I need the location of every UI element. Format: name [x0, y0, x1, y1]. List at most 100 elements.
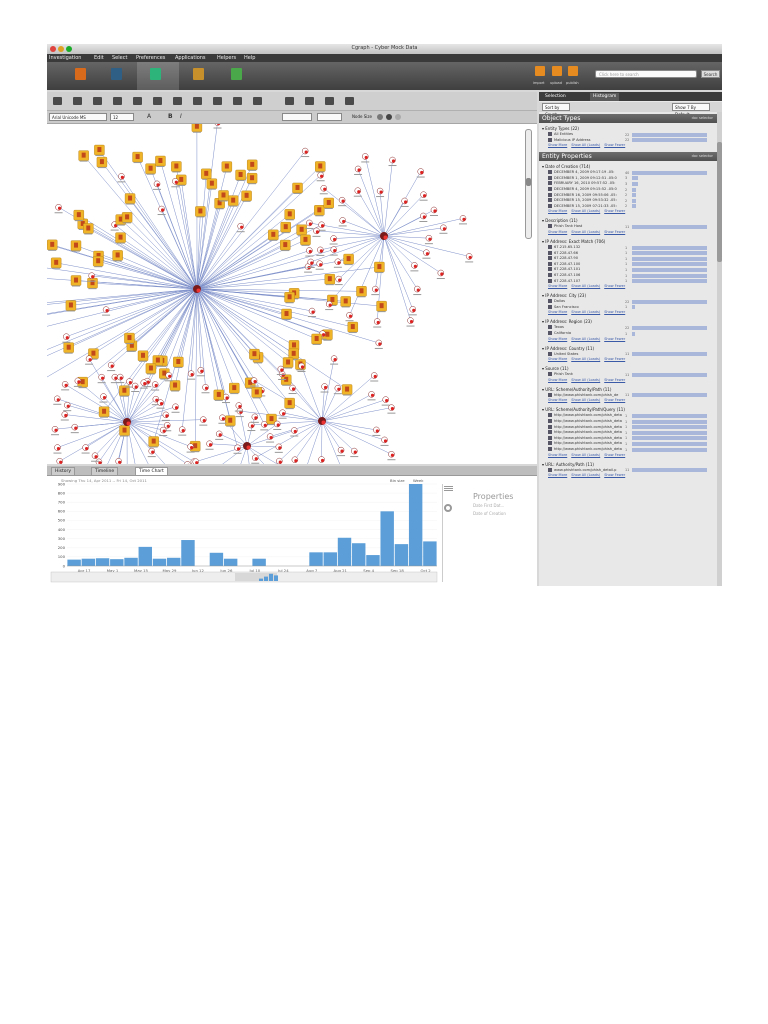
pan-icon[interactable] — [213, 97, 222, 105]
histogram-group-title[interactable]: ▾ IP Address: Exact Match (706) — [542, 239, 605, 244]
link-show-more[interactable]: Show More — [548, 230, 567, 234]
upload-button[interactable] — [552, 66, 562, 76]
histogram-row[interactable]: 67.228.47.101 — [548, 267, 580, 272]
show-count-select[interactable]: Show 7 By Default — [672, 103, 710, 117]
link-show-more[interactable]: Show More — [548, 357, 567, 361]
time-chart-bar[interactable] — [167, 557, 181, 566]
sort-select[interactable]: Sort by Count — [542, 103, 570, 117]
link-show-fewer[interactable]: Show Fewer — [604, 398, 625, 402]
tab-history[interactable]: History — [51, 467, 76, 475]
search-button[interactable]: Search — [701, 70, 720, 78]
time-chart-bar[interactable] — [138, 546, 152, 566]
histogram-row[interactable]: http://www.phishtank.com/phish_deta — [548, 441, 622, 446]
histogram-row[interactable]: http://www.phishtank.com/phish_de — [548, 392, 618, 398]
histogram-row[interactable]: 67.215.65.132 — [548, 245, 580, 250]
histogram-row[interactable]: http://www.phishtank.com/phish_deta — [548, 435, 622, 441]
histogram-row[interactable]: Texas — [548, 325, 564, 330]
person-icon[interactable] — [73, 97, 82, 105]
link-show-all-loads-[interactable]: Show All (Loads) — [571, 453, 600, 457]
link-show-more[interactable]: Show More — [548, 284, 567, 288]
histogram-row[interactable]: 67.228.47.66 — [548, 250, 578, 256]
histogram-group-title[interactable]: ▾ Source (11) — [542, 366, 569, 371]
histogram-row[interactable]: All Entities — [548, 132, 573, 137]
search-input[interactable]: Click here to search — [595, 70, 697, 78]
time-chart-bar[interactable] — [110, 559, 124, 566]
url-node[interactable] — [184, 461, 191, 464]
histogram-row[interactable]: http://www.phishtank.com/phish_deta — [548, 430, 622, 435]
time-chart-bar[interactable] — [380, 511, 394, 566]
lines-icon[interactable] — [253, 97, 262, 105]
histogram-group-title[interactable]: ▾ Date of Creation (714) — [542, 164, 590, 169]
link-show-fewer[interactable]: Show Fewer — [604, 209, 625, 213]
link-show-fewer[interactable]: Show Fewer — [604, 357, 625, 361]
group-icon[interactable] — [193, 97, 202, 105]
histogram-row[interactable]: San Francisco — [548, 304, 579, 310]
tab-histogram[interactable]: Histogram — [590, 93, 620, 101]
link-show-all-loads-[interactable]: Show All (Loads) — [571, 378, 600, 382]
tab-timeline[interactable]: Timeline — [91, 467, 119, 475]
node-size-small-icon[interactable] — [377, 114, 383, 120]
link-show-all-loads-[interactable]: Show All (Loads) — [571, 284, 600, 288]
time-chart-bar[interactable] — [352, 543, 366, 566]
link-show-fewer[interactable]: Show Fewer — [604, 310, 625, 314]
sort-asc-icon[interactable] — [285, 97, 294, 105]
italic-icon[interactable]: I — [180, 113, 182, 120]
right-scrollbar[interactable] — [717, 112, 722, 586]
home-icon[interactable] — [75, 68, 86, 80]
link-icon[interactable] — [233, 97, 242, 105]
node-size-large-icon[interactable] — [386, 114, 392, 120]
link-graph-canvas[interactable] — [47, 124, 537, 464]
time-chart-bar[interactable] — [408, 484, 423, 566]
histogram-row[interactable]: DECEMBER 15, 2009 07:21:33 -05: — [548, 203, 617, 209]
link-show-fewer[interactable]: Show Fewer — [604, 143, 625, 147]
histogram-row[interactable]: United States — [548, 351, 578, 357]
link-show-all-loads-[interactable]: Show All (Loads) — [571, 143, 600, 147]
histogram-row[interactable]: Malicious IP Address — [548, 137, 590, 143]
gear-icon[interactable] — [444, 504, 452, 512]
link-show-all-loads-[interactable]: Show All (Loads) — [571, 473, 600, 477]
histogram-row[interactable]: DECEMBER 15, 2009 09:53:32 -05: — [548, 198, 617, 203]
nodes-icon[interactable] — [113, 97, 122, 105]
histogram-row[interactable]: www.phishtank.com/phish_detail.p — [548, 467, 616, 473]
histogram-row[interactable]: Phish Tank Host — [548, 224, 582, 229]
histogram-row[interactable]: 67.228.47.107 — [548, 278, 580, 284]
histogram-row[interactable]: DECEMBER 1, 2009 09:12:51 -05:0 — [548, 175, 617, 181]
link-show-fewer[interactable]: Show Fewer — [604, 230, 625, 234]
histogram-row[interactable]: http://www.phishtank.com/phish_deta — [548, 419, 622, 424]
histogram-row[interactable]: Dallas — [548, 299, 565, 304]
histogram-row[interactable]: 67.228.47.106 — [548, 273, 580, 278]
doc-selector-link[interactable]: doc selector — [692, 114, 713, 123]
histogram-group-title[interactable]: ▾ IP Address: Region (23) — [542, 319, 592, 324]
camera-icon[interactable] — [231, 68, 242, 80]
time-chart-bar[interactable] — [323, 552, 337, 566]
tab-time-chart[interactable]: Time Chart — [135, 467, 168, 475]
histogram-row[interactable]: Phish Tank — [548, 372, 573, 377]
rect-select-icon[interactable] — [133, 97, 142, 105]
font-size-select[interactable]: 12 — [110, 113, 134, 121]
histogram-group-title[interactable]: ▾ URL: Scheme/Authority/Path (11) — [542, 387, 611, 392]
person-add-icon[interactable] — [53, 97, 62, 105]
histogram-group-title[interactable]: ▾ URL: Scheme/Authority/Path/Query (11) — [542, 407, 625, 412]
histogram-group-title[interactable]: ▾ URL: Authority/Path (11) — [542, 462, 594, 467]
tab-selection[interactable]: Selection — [542, 93, 569, 101]
link-show-fewer[interactable]: Show Fewer — [604, 284, 625, 288]
link-show-all-loads-[interactable]: Show All (Loads) — [571, 357, 600, 361]
list-icon[interactable] — [444, 485, 453, 493]
bold-icon[interactable]: B — [168, 113, 173, 120]
node-size-reset-icon[interactable] — [395, 114, 401, 120]
properties-item[interactable]: Date of Creation — [473, 511, 506, 516]
link-show-all-loads-[interactable]: Show All (Loads) — [571, 398, 600, 402]
menu-item-help[interactable]: Help — [244, 55, 255, 61]
time-chart-bar[interactable] — [252, 558, 266, 566]
menu-item-edit[interactable]: Edit — [94, 55, 104, 61]
menu-item-preferences[interactable]: Preferences — [136, 55, 165, 61]
time-chart-bar[interactable] — [423, 541, 437, 566]
properties-item[interactable]: Date First Dat... — [473, 503, 504, 508]
link-show-all-loads-[interactable]: Show All (Loads) — [571, 310, 600, 314]
scroll-thumb[interactable] — [717, 142, 722, 262]
object-types-header[interactable]: Object Types doc selector — [539, 114, 717, 123]
book-icon[interactable] — [111, 68, 122, 80]
time-chart-bar[interactable] — [181, 540, 195, 566]
link-show-fewer[interactable]: Show Fewer — [604, 337, 625, 341]
menu-item-select[interactable]: Select — [112, 55, 127, 61]
